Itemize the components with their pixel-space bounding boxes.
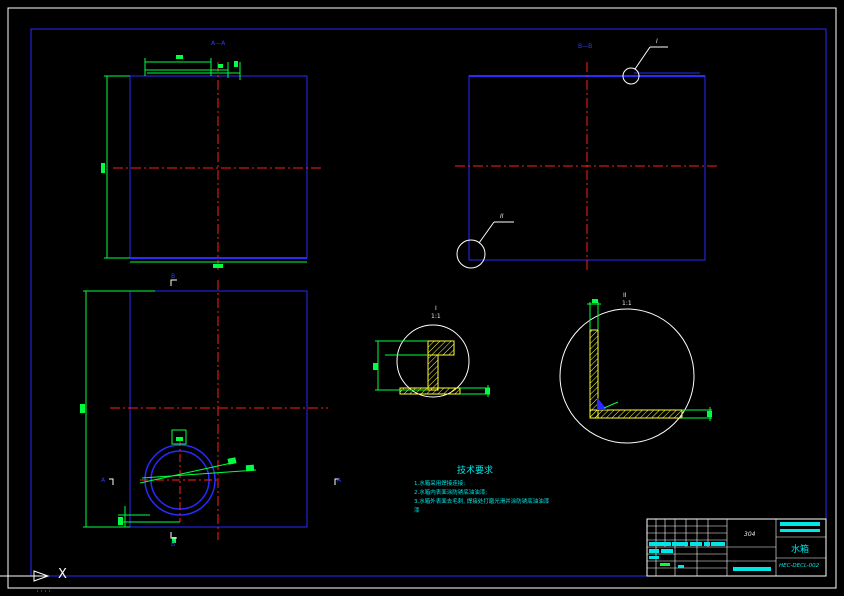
detail-ii-callout-label: II	[500, 213, 504, 220]
detail-i-title: I	[435, 305, 437, 312]
tech-requirement-line: 3.水箱外表面去毛刺, 焊接处打磨光滑并涂防锈底油油漆	[414, 499, 550, 505]
detail-ii-scale: 1:1	[622, 300, 632, 307]
section-mark-a-right: A	[337, 477, 342, 484]
plan-view	[80, 279, 339, 543]
title-block-part-name: 水箱	[791, 545, 810, 555]
detail-ii	[559, 299, 712, 444]
detail-ii-title: II	[623, 292, 627, 299]
dimension-text-box	[176, 55, 183, 59]
detail-ii-callout-circle	[456, 239, 486, 269]
view-a-a	[101, 55, 323, 272]
detail-ii-hatch-horizontal	[589, 409, 683, 419]
detail-i-hatch-top	[427, 340, 455, 356]
detail-i-callout-label: I	[656, 38, 658, 45]
tech-requirement-line: 2.水箱内表面涂防锈底油油漆;	[414, 490, 488, 496]
section-label-aa: A—A	[211, 40, 226, 47]
detail-i	[373, 324, 490, 398]
dimension-lines	[104, 58, 307, 263]
detail-i-scale: 1:1	[431, 313, 441, 320]
detail-ii-hatch-vertical	[589, 329, 599, 419]
tech-requirements-title: 技术要求	[457, 466, 494, 476]
view-b-b	[455, 46, 718, 272]
section-mark-a-left: A	[101, 477, 106, 484]
detail-ii-circle	[559, 308, 695, 444]
detail-i-hatch-side	[427, 354, 439, 391]
section-mark-b-bottom: B	[171, 541, 176, 548]
section-mark-b-top: B	[171, 273, 176, 280]
drawing-canvas[interactable]	[0, 0, 844, 596]
section-label-bb: B—B	[578, 43, 593, 50]
tech-requirement-line: 漆	[414, 508, 420, 514]
title-block-material: 304	[744, 531, 756, 538]
title-block-drawing-number: HEC-DECL-002	[779, 563, 820, 569]
tech-requirement-line: 1.水箱采用焊接连接;	[414, 481, 466, 487]
ucs-x-label: X	[58, 567, 67, 582]
